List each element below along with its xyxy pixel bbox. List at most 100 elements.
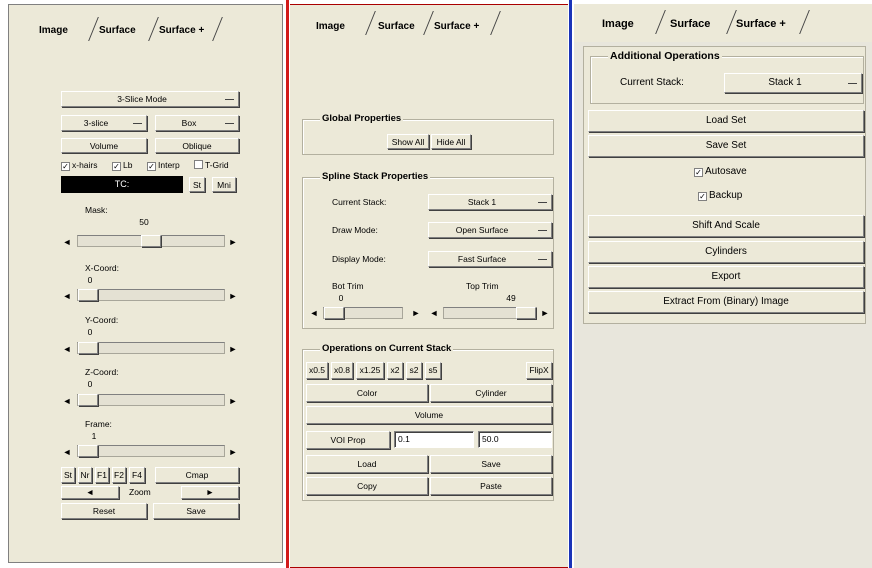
mask-slider[interactable]	[77, 235, 225, 247]
autosave-label: Autosave	[705, 166, 747, 177]
zoom-out-button[interactable]: ◄	[61, 486, 119, 499]
frame-right-arrow[interactable]: ►	[227, 445, 239, 459]
reset-button[interactable]: Reset	[61, 503, 147, 519]
load-set-button[interactable]: Load Set	[588, 110, 864, 132]
voi-max-field[interactable]: 50.0	[478, 431, 552, 448]
cylinders-button[interactable]: Cylinders	[588, 241, 864, 263]
autosave-checkbox[interactable]: ✓ Autosave	[694, 166, 747, 177]
slider-thumb[interactable]	[78, 445, 98, 457]
mask-left-arrow[interactable]: ◄	[61, 235, 73, 249]
z-coord-value: 0	[87, 379, 93, 389]
right-tab-surface-plus[interactable]: Surface +	[736, 18, 786, 30]
right-current-stack-select[interactable]: Stack 1	[724, 73, 862, 93]
current-stack-label: Current Stack:	[332, 197, 387, 207]
blue-divider	[569, 0, 572, 568]
slider-thumb[interactable]	[78, 342, 98, 354]
view-select-value: 3-slice	[83, 118, 109, 128]
cmap-button[interactable]: Cmap	[155, 467, 239, 483]
checkbox-box: ✓	[112, 162, 121, 171]
current-stack-select[interactable]: Stack 1	[428, 194, 552, 210]
volume-button[interactable]: Volume	[61, 138, 147, 153]
z-coord-slider[interactable]	[77, 394, 225, 406]
f2-button[interactable]: F2	[112, 467, 126, 483]
slider-thumb[interactable]	[78, 394, 98, 406]
copy-button[interactable]: Copy	[306, 477, 428, 495]
backup-checkbox[interactable]: ✓ Backup	[698, 190, 742, 201]
f4-button[interactable]: F4	[129, 467, 145, 483]
left-tab-image[interactable]: Image	[39, 25, 68, 36]
left-tab-surface-plus[interactable]: Surface +	[159, 25, 204, 36]
zoom-in-button[interactable]: ►	[181, 486, 239, 499]
scale-s5-button[interactable]: s5	[425, 362, 441, 379]
frame-slider[interactable]	[77, 445, 225, 457]
hide-all-button[interactable]: Hide All	[431, 134, 471, 149]
lb-checkbox[interactable]: ✓ Lb	[112, 160, 132, 171]
frame-left-arrow[interactable]: ◄	[61, 445, 73, 459]
mask-right-arrow[interactable]: ►	[227, 235, 239, 249]
y-coord-value: 0	[87, 327, 93, 337]
tab-divider	[423, 11, 434, 35]
show-all-button[interactable]: Show All	[387, 134, 429, 149]
right-tab-surface[interactable]: Surface	[670, 18, 710, 30]
shift-and-scale-button[interactable]: Shift And Scale	[588, 215, 864, 237]
mode-select[interactable]: 3-Slice Mode	[61, 91, 239, 107]
z-coord-right-arrow[interactable]: ►	[227, 394, 239, 408]
st-small-button[interactable]: St	[61, 467, 75, 483]
middle-tab-surface-plus[interactable]: Surface +	[434, 21, 479, 32]
bot-trim-right-arrow[interactable]: ►	[410, 306, 422, 320]
y-coord-left-arrow[interactable]: ◄	[61, 342, 73, 356]
scale-x2-button[interactable]: x2	[387, 362, 403, 379]
mni-button[interactable]: Mni	[212, 177, 236, 192]
slider-thumb[interactable]	[141, 235, 161, 247]
scale-x125-button[interactable]: x1.25	[356, 362, 384, 379]
save-set-button[interactable]: Save Set	[588, 135, 864, 157]
shape-select[interactable]: Box	[155, 115, 239, 131]
volume-op-button[interactable]: Volume	[306, 406, 552, 424]
z-coord-left-arrow[interactable]: ◄	[61, 394, 73, 408]
middle-tab-surface[interactable]: Surface	[378, 21, 415, 32]
bot-trim-slider[interactable]	[323, 307, 403, 319]
slider-thumb[interactable]	[324, 307, 344, 319]
interp-checkbox[interactable]: ✓ Interp	[147, 160, 180, 171]
slider-thumb[interactable]	[78, 289, 98, 301]
view-select[interactable]: 3-slice	[61, 115, 147, 131]
scale-x08-button[interactable]: x0.8	[331, 362, 353, 379]
extract-button[interactable]: Extract From (Binary) Image	[588, 291, 864, 313]
voi-min-field[interactable]: 0.1	[394, 431, 474, 448]
export-button[interactable]: Export	[588, 266, 864, 288]
x-coord-right-arrow[interactable]: ►	[227, 289, 239, 303]
y-coord-slider[interactable]	[77, 342, 225, 354]
xhairs-checkbox[interactable]: ✓ x-hairs	[61, 160, 98, 171]
save-op-button[interactable]: Save	[430, 455, 552, 473]
oblique-button[interactable]: Oblique	[155, 138, 239, 153]
top-trim-left-arrow[interactable]: ◄	[428, 306, 440, 320]
load-button[interactable]: Load	[306, 455, 428, 473]
flipx-button[interactable]: FlipX	[526, 362, 552, 379]
save-button[interactable]: Save	[153, 503, 239, 519]
scale-s2-button[interactable]: s2	[406, 362, 422, 379]
display-mode-select[interactable]: Fast Surface	[428, 251, 552, 267]
f1-button[interactable]: F1	[95, 467, 109, 483]
tgrid-checkbox[interactable]: T-Grid	[194, 160, 229, 170]
draw-mode-select[interactable]: Open Surface	[428, 222, 552, 238]
y-coord-right-arrow[interactable]: ►	[227, 342, 239, 356]
x-coord-slider[interactable]	[77, 289, 225, 301]
cylinder-button[interactable]: Cylinder	[430, 384, 552, 402]
bot-trim-left-arrow[interactable]: ◄	[308, 306, 320, 320]
middle-tab-image[interactable]: Image	[316, 21, 345, 32]
st-button[interactable]: St	[189, 177, 205, 192]
top-trim-right-arrow[interactable]: ►	[539, 306, 551, 320]
voi-prop-button[interactable]: VOI Prop	[306, 431, 390, 449]
left-panel: Image Surface Surface + 3-Slice Mode 3-s…	[8, 4, 283, 563]
slider-thumb[interactable]	[516, 307, 536, 319]
scale-x05-button[interactable]: x0.5	[306, 362, 328, 379]
left-tab-surface[interactable]: Surface	[99, 25, 136, 36]
display-mode-label: Display Mode:	[332, 254, 386, 264]
mode-select-value: 3-Slice Mode	[117, 94, 167, 104]
top-trim-slider[interactable]	[443, 307, 537, 319]
x-coord-left-arrow[interactable]: ◄	[61, 289, 73, 303]
color-button[interactable]: Color	[306, 384, 428, 402]
right-tab-image[interactable]: Image	[602, 18, 634, 30]
paste-button[interactable]: Paste	[430, 477, 552, 495]
nr-button[interactable]: Nr	[78, 467, 92, 483]
